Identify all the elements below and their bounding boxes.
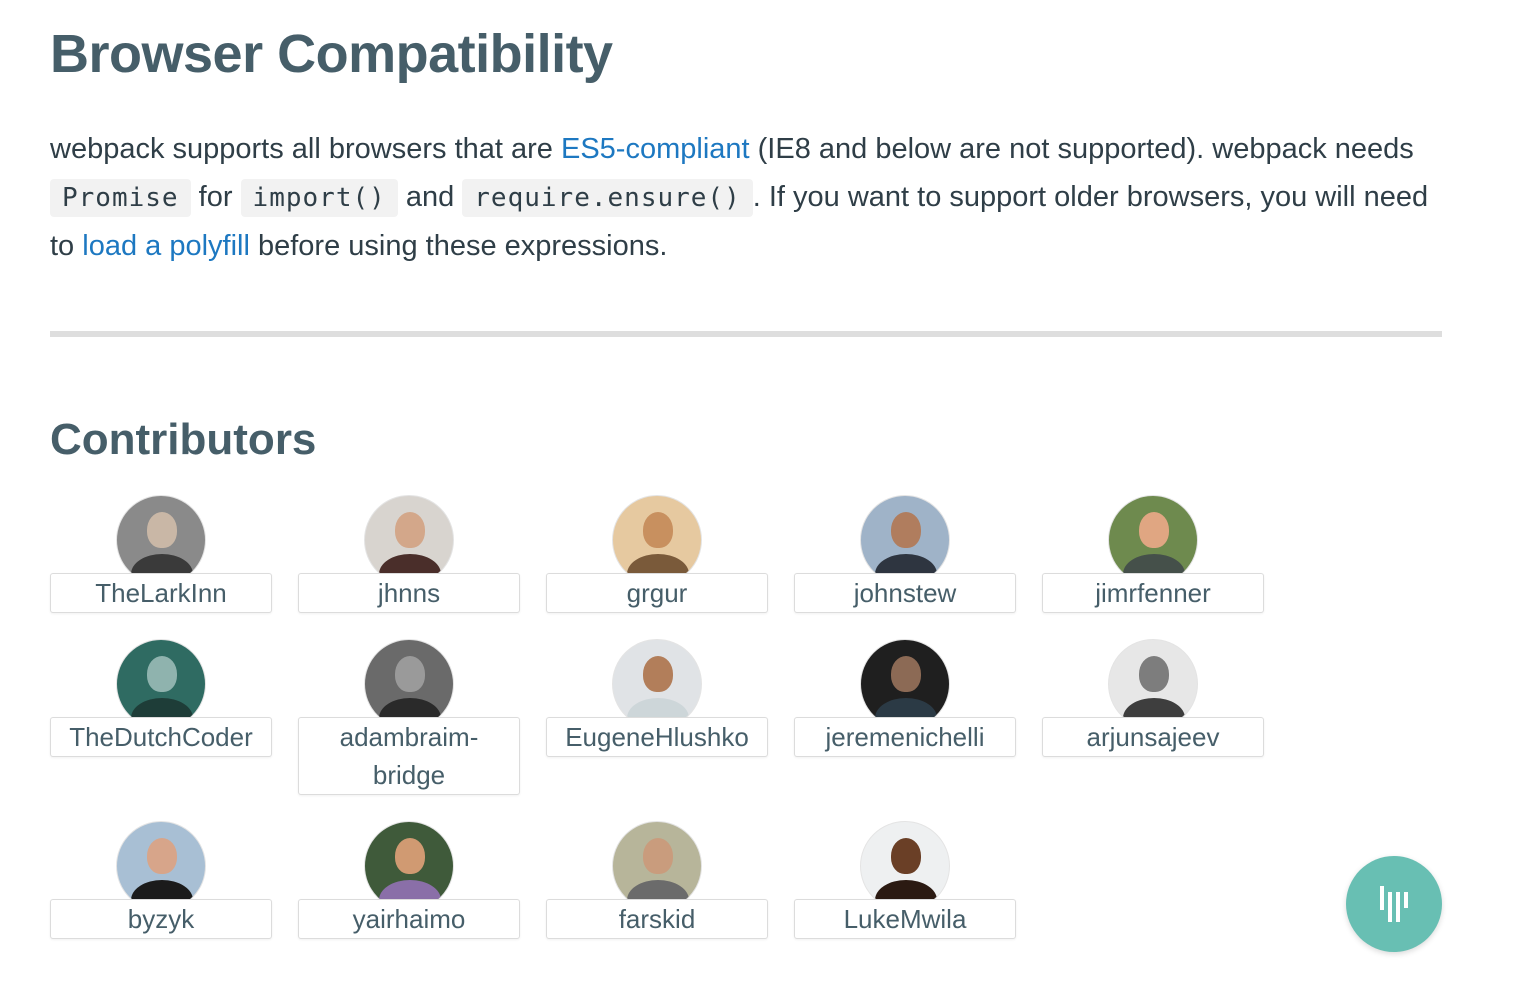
contributors-grid: TheLarkInn jhnns grgur johnstew jimrfenner Th… — [50, 0, 1442, 994]
contributor-name: EugeneHlushko — [546, 717, 768, 757]
contributor-name: jeremenichelli — [794, 717, 1016, 757]
contributor-name: TheLarkInn — [50, 573, 272, 613]
avatar-head — [1139, 512, 1169, 548]
contributor-name: yairhaimo — [298, 899, 520, 939]
avatar — [1108, 639, 1198, 729]
contributor-name: adambraim-bridge — [298, 717, 520, 795]
avatar — [364, 495, 454, 585]
contributor-name: grgur — [546, 573, 768, 613]
avatar-head — [643, 656, 673, 692]
avatar — [860, 821, 950, 911]
avatar-head — [891, 512, 921, 548]
avatar-head — [395, 838, 425, 874]
avatar — [860, 495, 950, 585]
avatar-head — [147, 656, 177, 692]
avatar — [116, 639, 206, 729]
contributor-name: arjunsajeev — [1042, 717, 1264, 757]
avatar — [1108, 495, 1198, 585]
avatar — [364, 639, 454, 729]
avatar-head — [395, 656, 425, 692]
gitter-icon — [1380, 886, 1408, 922]
avatar — [364, 821, 454, 911]
avatar-head — [1139, 656, 1169, 692]
avatar — [860, 639, 950, 729]
contributor-name-part: adambraim- — [339, 722, 479, 752]
contributor-name-part: bridge — [372, 760, 446, 790]
gitter-chat-button[interactable] — [1346, 856, 1442, 952]
contributor-name: johnstew — [794, 573, 1016, 613]
avatar-head — [643, 838, 673, 874]
avatar — [612, 821, 702, 911]
avatar-head — [395, 512, 425, 548]
avatar-head — [147, 512, 177, 548]
contributor-name: LukeMwila — [794, 899, 1016, 939]
avatar-head — [147, 838, 177, 874]
avatar-head — [891, 838, 921, 874]
contributor-name: farskid — [546, 899, 768, 939]
avatar — [116, 821, 206, 911]
contributor-name: TheDutchCoder — [50, 717, 272, 757]
avatar — [612, 495, 702, 585]
avatar-head — [643, 512, 673, 548]
contributor-name: jhnns — [298, 573, 520, 613]
avatar-head — [891, 656, 921, 692]
contributor-name: byzyk — [50, 899, 272, 939]
avatar — [612, 639, 702, 729]
contributor-name: jimrfenner — [1042, 573, 1264, 613]
avatar — [116, 495, 206, 585]
